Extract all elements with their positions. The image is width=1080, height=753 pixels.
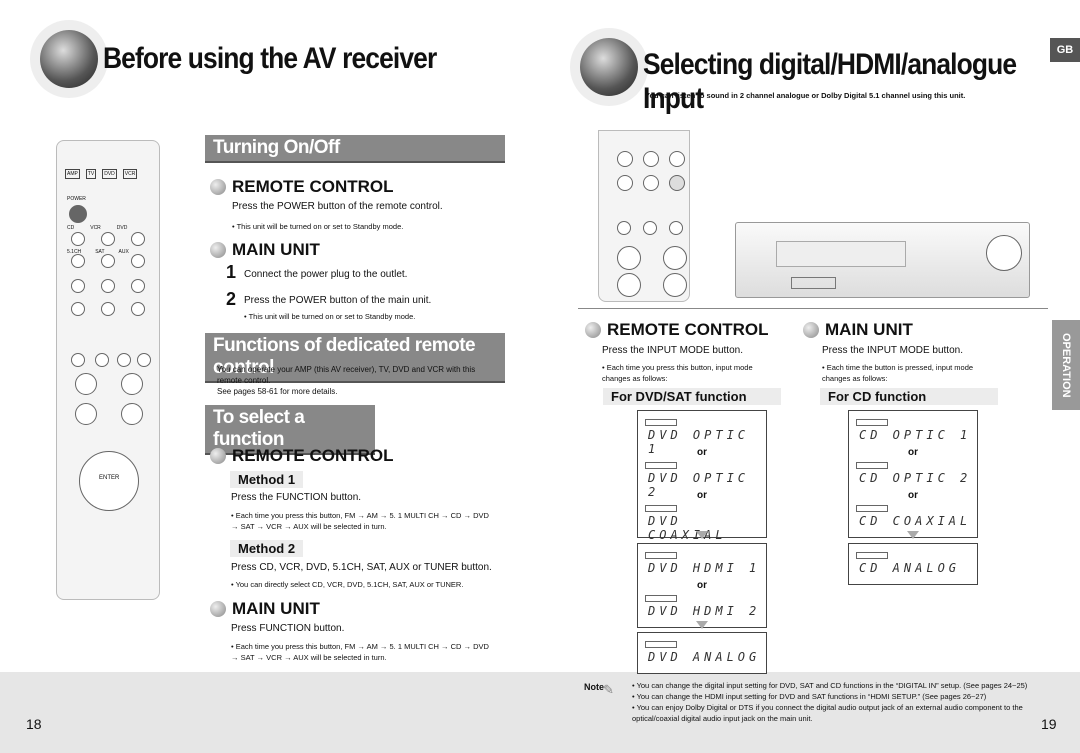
- bullet-ball-icon: [585, 322, 601, 338]
- remote-label: SAT: [95, 249, 105, 255]
- method-1-label: Method 1: [230, 471, 304, 488]
- arrow-down-icon: [907, 531, 919, 539]
- note: • You can directly select CD, VCR, DVD, …: [231, 580, 464, 589]
- bullet-ball-icon: [210, 179, 226, 195]
- display-readout: DVD HDMI 2: [642, 593, 762, 621]
- display-readout: DVD ANALOG: [642, 639, 762, 667]
- display-group: DVD ANALOG: [637, 632, 767, 674]
- title-disc-icon: [580, 38, 638, 96]
- heading-main-unit: MAIN UNIT: [232, 599, 320, 618]
- instruction: Press CD, VCR, DVD, 5.1CH, SAT, AUX or T…: [231, 562, 492, 573]
- remote-power-label: POWER: [67, 196, 86, 202]
- title-disc-icon: [40, 30, 98, 88]
- remote-control-closeup-image: [598, 130, 690, 302]
- heading-main-unit: MAIN UNIT: [232, 240, 320, 259]
- remote-enter-label: ENTER: [99, 475, 120, 481]
- note: • Each time you press this button, FM → …: [231, 642, 489, 662]
- functions-text: You can operate your AMP (this AV receiv…: [217, 365, 476, 385]
- heading-remote-control: REMOTE CONTROL: [232, 446, 394, 465]
- display-readout: DVD COAXIAL: [642, 503, 762, 542]
- page-number-right: 19: [1041, 716, 1057, 732]
- step-text: Press the POWER button of the main unit.: [244, 295, 432, 306]
- remote-label: DVD: [116, 225, 128, 231]
- note: • Each time the button is pressed, input…: [822, 363, 974, 383]
- bullet-ball-icon: [210, 601, 226, 617]
- display-group: DVD OPTIC 1 or DVD OPTIC 2 or DVD COAXIA…: [637, 410, 767, 542]
- display-readout: DVD HDMI 1: [642, 550, 762, 578]
- display-group: DVD HDMI 1 or DVD HDMI 2: [637, 543, 767, 628]
- display-readout: CD OPTIC 2: [853, 460, 973, 488]
- bullet-ball-icon: [210, 242, 226, 258]
- heading-remote-control: REMOTE CONTROL: [232, 177, 394, 196]
- display-readout: CD OPTIC 1: [853, 417, 973, 445]
- step-number: 2: [226, 289, 237, 309]
- display-readout: DVD OPTIC 1: [642, 417, 762, 456]
- note-item: • You can change the HDMI input setting …: [632, 692, 987, 701]
- instruction: Press the INPUT MODE button.: [602, 345, 743, 356]
- page-title-left: Before using the AV receiver: [103, 42, 437, 75]
- functions-see: See pages 58-61 for more details.: [217, 387, 338, 396]
- note-label: Note: [584, 682, 604, 692]
- note-item: • You can change the digital input setti…: [632, 681, 1028, 690]
- page-title-right: Selecting digital/HDMI/analogue Input: [643, 48, 1017, 115]
- operation-side-tab: OPERATION: [1052, 320, 1080, 410]
- display-readout: CD ANALOG: [853, 550, 973, 578]
- note: • Each time you press this button, FM → …: [231, 511, 489, 531]
- remote-label: AUX: [118, 249, 129, 255]
- page-number-left: 18: [26, 716, 42, 732]
- bullet-ball-icon: [803, 322, 819, 338]
- language-badge: GB: [1050, 38, 1080, 62]
- heading-remote-control: REMOTE CONTROL: [607, 320, 769, 339]
- divider: [578, 308, 1048, 309]
- or-label: or: [697, 447, 707, 458]
- arrow-down-icon: [696, 621, 708, 629]
- notes-list: • You can change the digital input setti…: [632, 680, 1037, 724]
- or-label: or: [908, 490, 918, 501]
- remote-label: CD: [67, 225, 75, 231]
- instruction: Press the FUNCTION button.: [231, 492, 362, 503]
- or-label: or: [697, 580, 707, 591]
- remote-mode-amp: AMP: [65, 169, 80, 179]
- display-readout: DVD OPTIC 2: [642, 460, 762, 499]
- arrow-down-icon: [696, 531, 708, 539]
- pencil-icon: ✎: [603, 682, 614, 697]
- method-2-label: Method 2: [230, 540, 304, 557]
- section-bar-turning: Turning On/Off: [205, 135, 505, 163]
- function-label-cd: For CD function: [820, 388, 998, 405]
- note: • Each time you press this button, input…: [602, 363, 753, 383]
- or-label: or: [697, 490, 707, 501]
- remote-label: VCR: [90, 225, 101, 231]
- power-icon: [69, 205, 87, 223]
- function-label-dvd-sat: For DVD/SAT function: [603, 388, 781, 405]
- step-number: 1: [226, 262, 237, 282]
- display-readout: CD COAXIAL: [853, 503, 973, 531]
- remote-mode-dvd: DVD: [102, 169, 117, 179]
- step-text: Connect the power plug to the outlet.: [244, 269, 408, 280]
- or-label: or: [908, 447, 918, 458]
- note-item: • You can enjoy Dolby Digital or DTS if …: [632, 703, 1023, 723]
- note: • This unit will be turned on or set to …: [244, 312, 416, 321]
- instruction: Press the INPUT MODE button.: [822, 345, 963, 356]
- note: • This unit will be turned on or set to …: [232, 222, 404, 231]
- instruction: Press the POWER button of the remote con…: [232, 201, 443, 212]
- display-group: CD OPTIC 1 or CD OPTIC 2 or CD COAXIAL: [848, 410, 978, 538]
- bullet-ball-icon: [210, 448, 226, 464]
- receiver-main-unit-image: [735, 222, 1030, 298]
- display-group: CD ANALOG: [848, 543, 978, 585]
- remote-mode-vcr: VCR: [122, 169, 138, 179]
- heading-main-unit: MAIN UNIT: [825, 320, 913, 339]
- remote-control-image: AMP TV DVD VCR POWER CD VCR DVD 5.1CH SAT AU…: [56, 140, 160, 600]
- instruction: Press FUNCTION button.: [231, 623, 345, 634]
- page-subtitle: You can listen to sound in 2 channel ana…: [645, 91, 966, 100]
- remote-mode-tv: TV: [85, 169, 97, 179]
